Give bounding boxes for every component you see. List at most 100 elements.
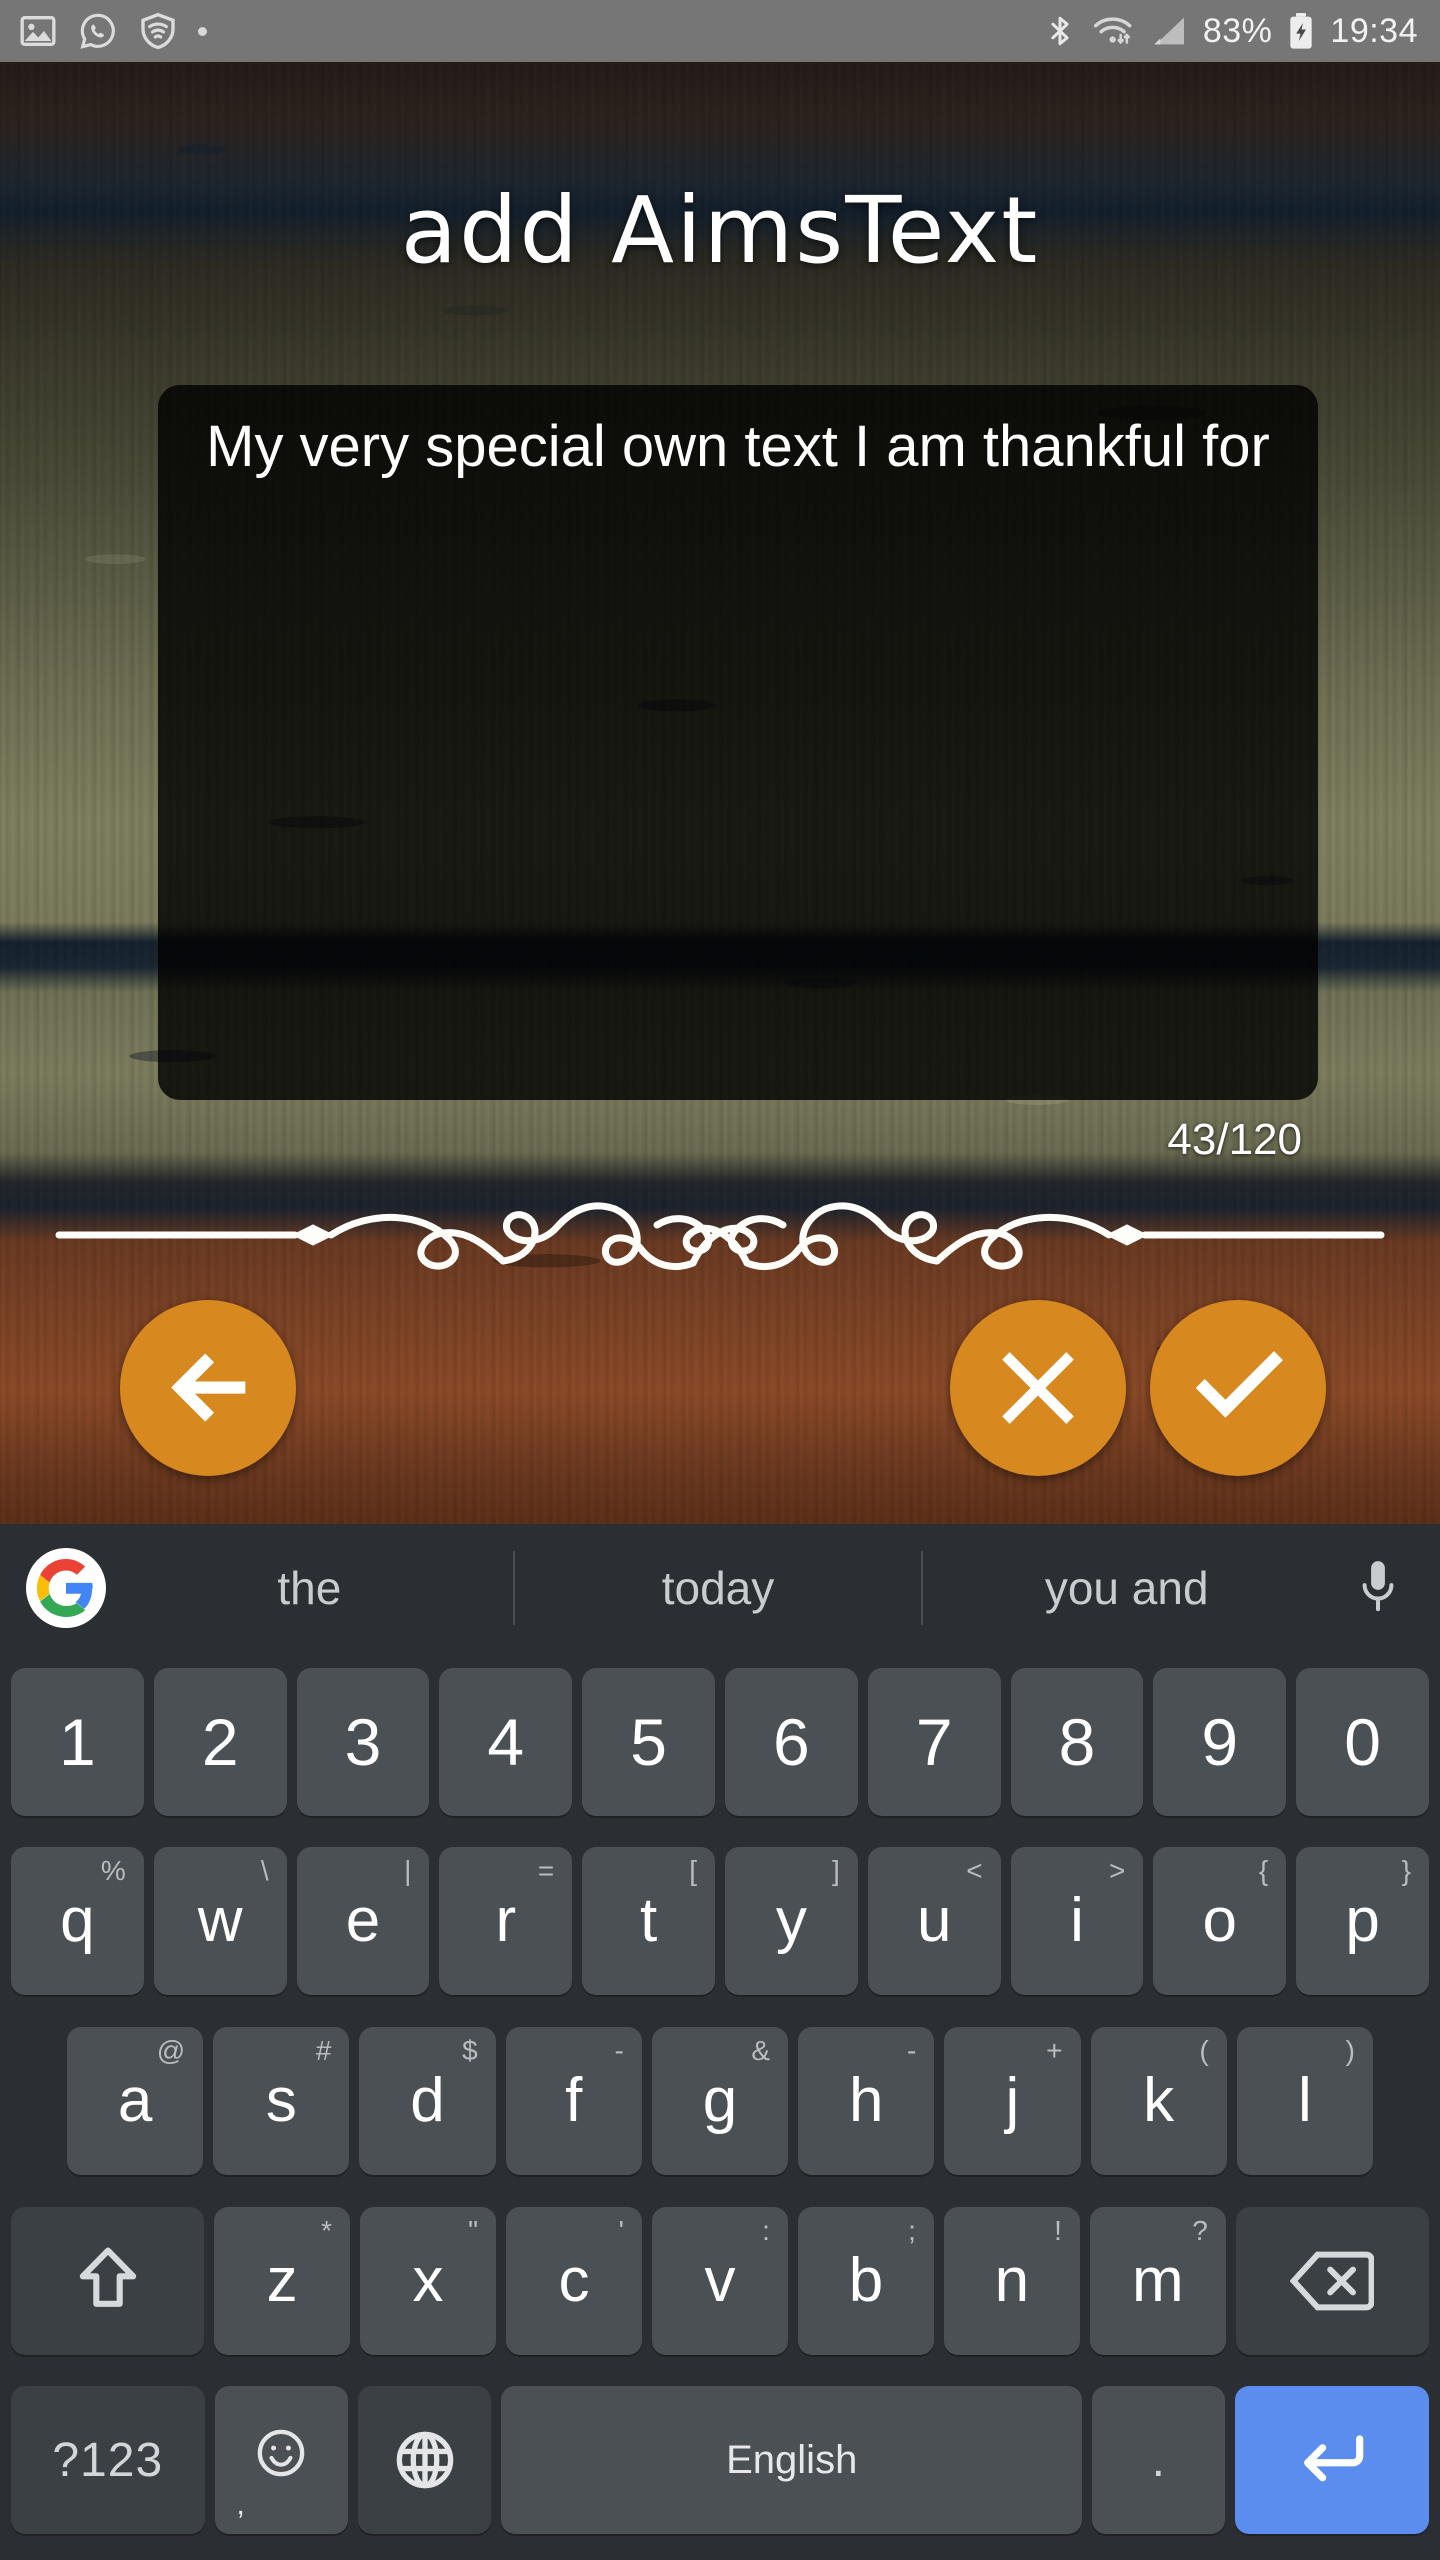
shift-key[interactable] (11, 2206, 205, 2355)
key-w[interactable]: w \ (153, 1847, 287, 1996)
key-b[interactable]: b; (797, 2206, 934, 2355)
dot-indicator-icon (198, 26, 207, 36)
enter-icon (1304, 2435, 1364, 2482)
key-alt-label: ; (908, 2214, 916, 2246)
key-9[interactable]: 9 (1153, 1667, 1287, 1816)
photo-icon (20, 16, 56, 46)
key-label: 3 (344, 1704, 382, 1779)
status-bar: 83% 19:34 (0, 0, 1440, 62)
key-r[interactable]: r = (439, 1847, 573, 1996)
battery-charging-icon (1290, 13, 1313, 49)
key-label: k (1143, 2065, 1175, 2135)
key-s[interactable]: s # (213, 2026, 350, 2175)
key-d[interactable]: d $ (359, 2026, 496, 2175)
key-l[interactable]: l) (1236, 2026, 1373, 2175)
suggestion-item-1[interactable]: the (106, 1524, 513, 1652)
arrow-left-icon (171, 1353, 246, 1422)
signal-icon (1154, 17, 1184, 45)
key-7[interactable]: 7 (867, 1667, 1001, 1816)
cancel-button[interactable] (950, 1300, 1126, 1476)
status-bar-notifications (18, 11, 207, 51)
enter-key[interactable] (1235, 2386, 1429, 2535)
confirm-button[interactable] (1150, 1300, 1326, 1476)
keyboard-row-home: a @ s # d $ f- g & h- j + k( l) (0, 2011, 1440, 2191)
key-alt-label: \ (260, 1855, 269, 1887)
key-u[interactable]: u < (867, 1847, 1001, 1996)
key-v[interactable]: v: (651, 2206, 788, 2355)
key-2[interactable]: 2 (153, 1667, 287, 1816)
key-4[interactable]: 4 (439, 1667, 573, 1816)
key-n[interactable]: n! (943, 2206, 1080, 2355)
close-x-icon (1002, 1352, 1074, 1424)
key-label: p (1345, 1886, 1380, 1956)
key-alt-label: & (751, 2034, 771, 2066)
key-alt-label: # (315, 2034, 332, 2066)
key-g[interactable]: g & (651, 2026, 789, 2175)
on-screen-keyboard: the today you and 1 2 3 4 5 6 7 8 9 0 q … (0, 1524, 1440, 2560)
key-j[interactable]: j + (944, 2026, 1081, 2175)
key-label: n (994, 2245, 1030, 2315)
key-y[interactable]: y] (724, 1847, 858, 1996)
key-0[interactable]: 0 (1296, 1667, 1429, 1816)
key-5[interactable]: 5 (582, 1667, 715, 1816)
key-alt-label: > (1109, 1855, 1126, 1887)
key-label: r (495, 1886, 517, 1956)
key-label: l (1297, 2065, 1312, 2135)
key-label: 1 (59, 1704, 96, 1779)
key-alt-label: @ (156, 2034, 186, 2066)
decorative-flourish-divider (55, 1202, 1385, 1270)
clock-label: 19:34 (1330, 12, 1418, 50)
key-i[interactable]: i > (1010, 1847, 1144, 1996)
backspace-key[interactable] (1235, 2206, 1429, 2355)
google-g-icon[interactable] (26, 1548, 106, 1628)
key-k[interactable]: k( (1090, 2026, 1227, 2175)
key-x[interactable]: x " (360, 2206, 497, 2355)
key-label: b (848, 2245, 884, 2315)
period-key[interactable]: . (1092, 2386, 1226, 2535)
key-1[interactable]: 1 (11, 1667, 144, 1816)
backspace-icon (1290, 2251, 1375, 2310)
key-label: 2 (201, 1704, 239, 1779)
key-label: a (117, 2065, 153, 2135)
emoji-key[interactable]: , (214, 2386, 348, 2535)
wifi-shield-icon (141, 12, 175, 50)
key-3[interactable]: 3 (296, 1667, 430, 1816)
suggestion-item-2[interactable]: today (515, 1524, 922, 1652)
wifi-icon (1093, 17, 1132, 44)
key-alt-label: ) (1345, 2034, 1355, 2066)
back-button[interactable] (120, 1300, 296, 1476)
microphone-icon[interactable] (1330, 1556, 1426, 1620)
key-alt-label: = (537, 1855, 555, 1887)
space-key[interactable]: English (501, 2386, 1083, 2535)
key-6[interactable]: 6 (724, 1667, 858, 1816)
key-f[interactable]: f- (505, 2026, 642, 2175)
key-e[interactable]: e | (296, 1847, 430, 1996)
key-q[interactable]: q% (11, 1847, 144, 1996)
key-label: 6 (773, 1704, 810, 1779)
key-alt-label: ? (1192, 2214, 1208, 2246)
key-a[interactable]: a @ (67, 2026, 204, 2175)
key-m[interactable]: m? (1089, 2206, 1226, 2355)
key-p[interactable]: p} (1296, 1847, 1429, 1996)
key-label: . (1151, 2433, 1166, 2487)
key-c[interactable]: c ' (506, 2206, 642, 2355)
key-t[interactable]: t[ (582, 1847, 715, 1996)
key-z[interactable]: z * (214, 2206, 351, 2355)
key-label: o (1202, 1886, 1238, 1956)
symbols-key[interactable]: ?123 (11, 2386, 205, 2535)
battery-percent-label: 83% (1202, 12, 1273, 50)
language-switch-key[interactable] (357, 2386, 492, 2535)
key-o[interactable]: o{ (1153, 1847, 1287, 1996)
key-h[interactable]: h- (798, 2026, 935, 2175)
key-label: 8 (1058, 1704, 1096, 1779)
key-alt-label: < (966, 1855, 983, 1887)
key-label: u (916, 1886, 952, 1956)
key-label: v (704, 2245, 736, 2315)
key-label: e (345, 1886, 381, 1956)
key-8[interactable]: 8 (1010, 1667, 1144, 1816)
key-alt-label: ( (1199, 2034, 1209, 2066)
aims-text-input[interactable]: My very special own text I am thankful f… (158, 385, 1318, 1100)
key-label: English (726, 2437, 858, 2482)
key-alt-label: [ (689, 1855, 697, 1887)
suggestion-item-3[interactable]: you and (923, 1524, 1330, 1652)
